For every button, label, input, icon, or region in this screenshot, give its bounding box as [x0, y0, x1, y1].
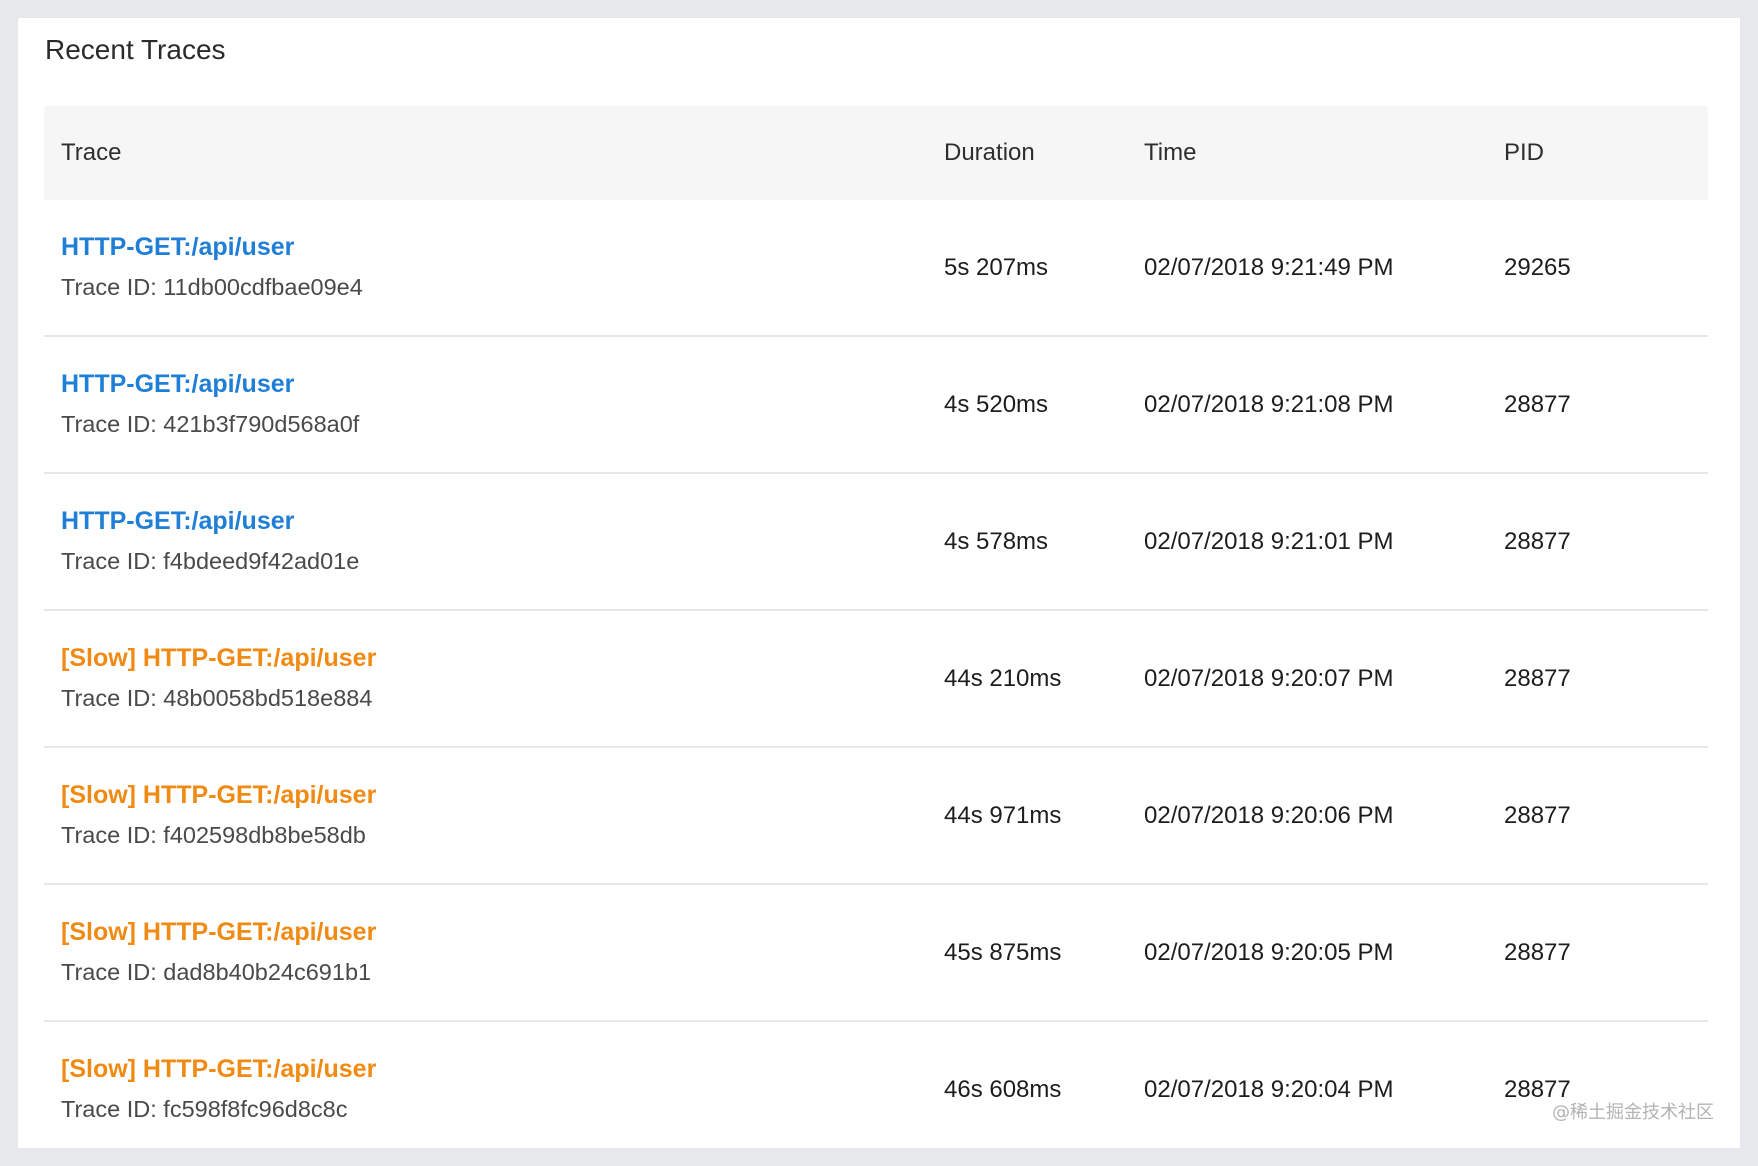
- trace-time: 02/07/2018 9:20:04 PM: [1144, 1075, 1394, 1103]
- trace-time: 02/07/2018 9:21:08 PM: [1144, 390, 1394, 418]
- table-header: Trace Duration Time PID: [44, 106, 1708, 200]
- watermark: @稀土掘金技术社区: [1552, 1102, 1714, 1123]
- trace-link-slow[interactable]: [Slow] HTTP-GET:/api/user: [61, 641, 376, 675]
- trace-duration: 5s 207ms: [944, 253, 1049, 281]
- table-row: [Slow] HTTP-GET:/api/user Trace ID: fc59…: [44, 1022, 1708, 1157]
- table-row: [Slow] HTTP-GET:/api/user Trace ID: 48b0…: [44, 611, 1708, 748]
- header-duration: Duration: [944, 139, 1035, 166]
- recent-traces-panel: Recent Traces Trace Duration Time PID HT…: [18, 18, 1740, 1148]
- trace-duration: 44s 971ms: [944, 801, 1062, 829]
- trace-id: Trace ID: f402598db8be58db: [61, 821, 366, 848]
- header-time: Time: [1144, 139, 1197, 166]
- trace-link-slow[interactable]: [Slow] HTTP-GET:/api/user: [61, 915, 376, 949]
- trace-pid: 28877: [1504, 664, 1571, 692]
- trace-id: Trace ID: f4bdeed9f42ad01e: [61, 547, 360, 574]
- table-row: HTTP-GET:/api/user Trace ID: 421b3f790d5…: [44, 337, 1708, 474]
- header-trace: Trace: [61, 139, 122, 166]
- trace-id: Trace ID: 421b3f790d568a0f: [61, 410, 360, 437]
- trace-pid: 28877: [1504, 938, 1571, 966]
- trace-link[interactable]: HTTP-GET:/api/user: [61, 230, 363, 264]
- trace-link[interactable]: HTTP-GET:/api/user: [61, 367, 359, 401]
- trace-time: 02/07/2018 9:20:07 PM: [1144, 664, 1394, 692]
- trace-duration: 4s 578ms: [944, 527, 1049, 555]
- trace-duration: 45s 875ms: [944, 938, 1062, 966]
- trace-link[interactable]: HTTP-GET:/api/user: [61, 504, 359, 538]
- traces-table: Trace Duration Time PID HTTP-GET:/api/us…: [44, 106, 1708, 1157]
- trace-duration: 4s 520ms: [944, 390, 1049, 418]
- table-row: HTTP-GET:/api/user Trace ID: 11db00cdfba…: [44, 200, 1708, 337]
- panel-title: Recent Traces: [45, 34, 226, 65]
- trace-id: Trace ID: 48b0058bd518e884: [61, 684, 373, 711]
- table-row: HTTP-GET:/api/user Trace ID: f4bdeed9f42…: [44, 474, 1708, 611]
- trace-pid: 29265: [1504, 253, 1571, 281]
- trace-pid: 28877: [1504, 1075, 1571, 1103]
- header-pid: PID: [1504, 139, 1545, 166]
- trace-id: Trace ID: 11db00cdfbae09e4: [61, 273, 363, 300]
- trace-pid: 28877: [1504, 801, 1571, 829]
- trace-pid: 28877: [1504, 527, 1571, 555]
- trace-time: 02/07/2018 9:21:49 PM: [1144, 253, 1394, 281]
- trace-link-slow[interactable]: [Slow] HTTP-GET:/api/user: [61, 778, 376, 812]
- trace-time: 02/07/2018 9:20:06 PM: [1144, 801, 1394, 829]
- trace-time: 02/07/2018 9:20:05 PM: [1144, 938, 1394, 966]
- trace-id: Trace ID: fc598f8fc96d8c8c: [61, 1095, 348, 1122]
- table-row: [Slow] HTTP-GET:/api/user Trace ID: f402…: [44, 748, 1708, 885]
- trace-time: 02/07/2018 9:21:01 PM: [1144, 527, 1394, 555]
- table-row: [Slow] HTTP-GET:/api/user Trace ID: dad8…: [44, 885, 1708, 1022]
- trace-id: Trace ID: dad8b40b24c691b1: [61, 958, 372, 985]
- trace-pid: 28877: [1504, 390, 1571, 418]
- table-body: HTTP-GET:/api/user Trace ID: 11db00cdfba…: [44, 200, 1708, 1157]
- trace-link-slow[interactable]: [Slow] HTTP-GET:/api/user: [61, 1052, 376, 1086]
- trace-duration: 44s 210ms: [944, 664, 1062, 692]
- trace-duration: 46s 608ms: [944, 1075, 1062, 1103]
